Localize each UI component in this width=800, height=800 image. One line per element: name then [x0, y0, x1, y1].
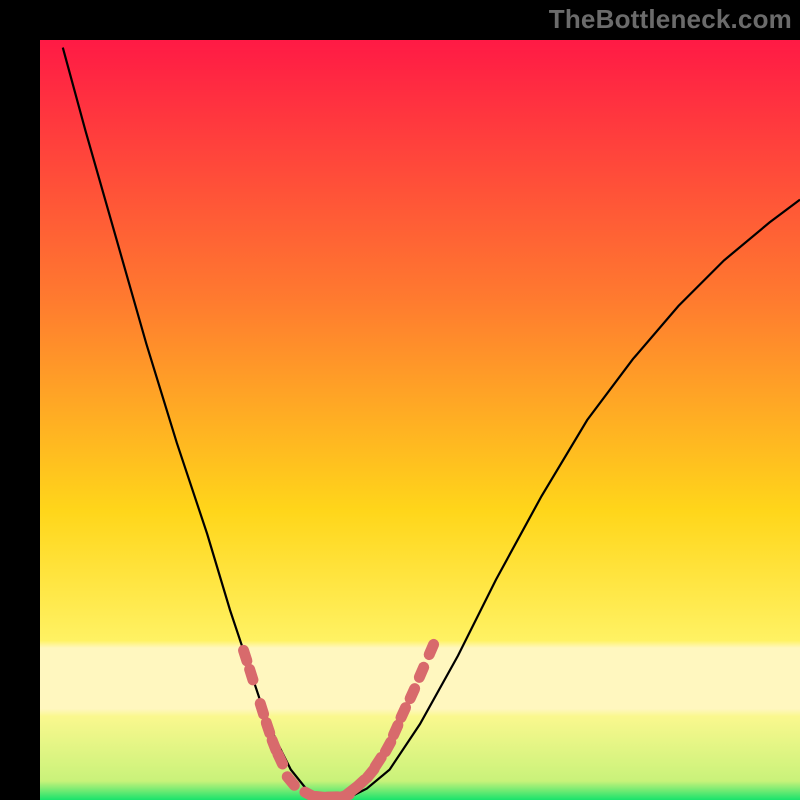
marker-pill	[422, 637, 441, 662]
plot-area	[40, 40, 800, 800]
marker-pill	[253, 697, 270, 721]
marker-pill	[243, 662, 260, 686]
watermark-text: TheBottleneck.com	[549, 4, 792, 35]
marker-pill	[412, 660, 431, 685]
markers-group	[237, 637, 441, 800]
bottleneck-curve	[63, 48, 800, 798]
outer-frame: TheBottleneck.com	[0, 0, 800, 800]
curve-layer	[40, 40, 800, 800]
